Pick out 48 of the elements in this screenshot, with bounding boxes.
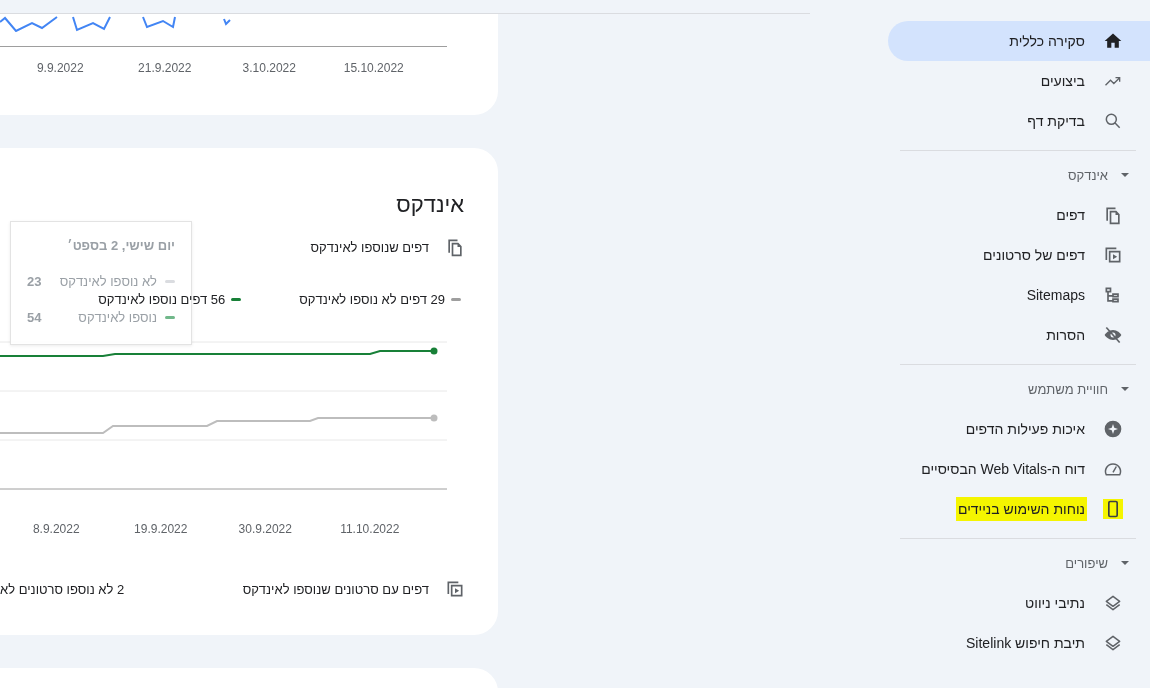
nav-item[interactable]: דפים (888, 195, 1150, 235)
axis-label: 11.10.2022 (339, 522, 401, 536)
nav-item[interactable]: ביצועים (888, 61, 1150, 101)
caret-icon (1120, 558, 1130, 568)
axis-label: 9.9.2022 (35, 61, 85, 75)
nav-item[interactable]: תיבת חיפוש Sitelink (888, 623, 1150, 663)
tooltip-title: יום שישי, 2 בספט׳ (66, 238, 175, 253)
nav-item[interactable]: איכות פעילות הדפים (888, 409, 1150, 449)
axis-label: 21.9.2022 (137, 61, 193, 75)
pages-icon (445, 237, 465, 257)
legend-label: 29 דפים לא נוספו לאינדקס (299, 291, 445, 307)
caret-icon (1120, 384, 1130, 394)
pages-icon (1103, 205, 1123, 225)
nav-item[interactable]: Sitemaps (888, 275, 1150, 315)
nav-item[interactable]: סקירה כללית (888, 21, 1150, 61)
video-pages-icon (445, 579, 465, 599)
axis-label: 3.10.2022 (241, 61, 297, 75)
search-icon (1103, 111, 1123, 131)
section-label: דפים שנוספו לאינדקס (310, 239, 429, 255)
axis-label: 19.9.2022 (133, 522, 189, 536)
nav-item[interactable]: נוחות השימוש בניידים (888, 489, 1150, 529)
phone-icon (1103, 499, 1123, 519)
card-title: אינדקס (395, 191, 465, 219)
tooltip-label: לא נוספו לאינדקס (58, 273, 157, 289)
legend-label: 56 דפים נוספו לאינדקס (98, 291, 226, 307)
nav-item[interactable]: דוח ה-Web Vitals הבסיסיים (888, 449, 1150, 489)
tooltip-value: 23 (27, 273, 42, 289)
section-header[interactable]: אינדקס (880, 155, 1150, 195)
video-pages-icon (1103, 245, 1123, 265)
crossed-eye-icon (1103, 325, 1123, 345)
axis-label: 15.10.2022 (342, 61, 405, 75)
section-header[interactable]: חוויית משתמש (880, 369, 1150, 409)
layers-icon (1103, 593, 1123, 613)
tooltip-label: נוספו לאינדקס (77, 309, 157, 325)
summary-text: 2 לא נוספו סרטונים לא (0, 581, 125, 597)
axis-label: 30.9.2022 (237, 522, 293, 536)
home-icon (1103, 31, 1123, 51)
nav-item[interactable]: בדיקת דף (888, 101, 1150, 141)
section-header[interactable]: שיפורים (880, 543, 1150, 583)
star-badge-icon (1103, 419, 1123, 439)
nav-item[interactable]: הסרות (888, 315, 1150, 355)
nav-item[interactable]: דפים של סרטונים (888, 235, 1150, 275)
tooltip-value: 54 (27, 309, 42, 325)
layers-icon (1103, 633, 1123, 653)
caret-icon (1120, 170, 1130, 180)
nav-item[interactable]: נתיבי ניווט (888, 583, 1150, 623)
axis-label: 8.9.2022 (31, 522, 81, 536)
section-label: דפים עם סרטונים שנוספו לאינדקס (242, 581, 429, 597)
